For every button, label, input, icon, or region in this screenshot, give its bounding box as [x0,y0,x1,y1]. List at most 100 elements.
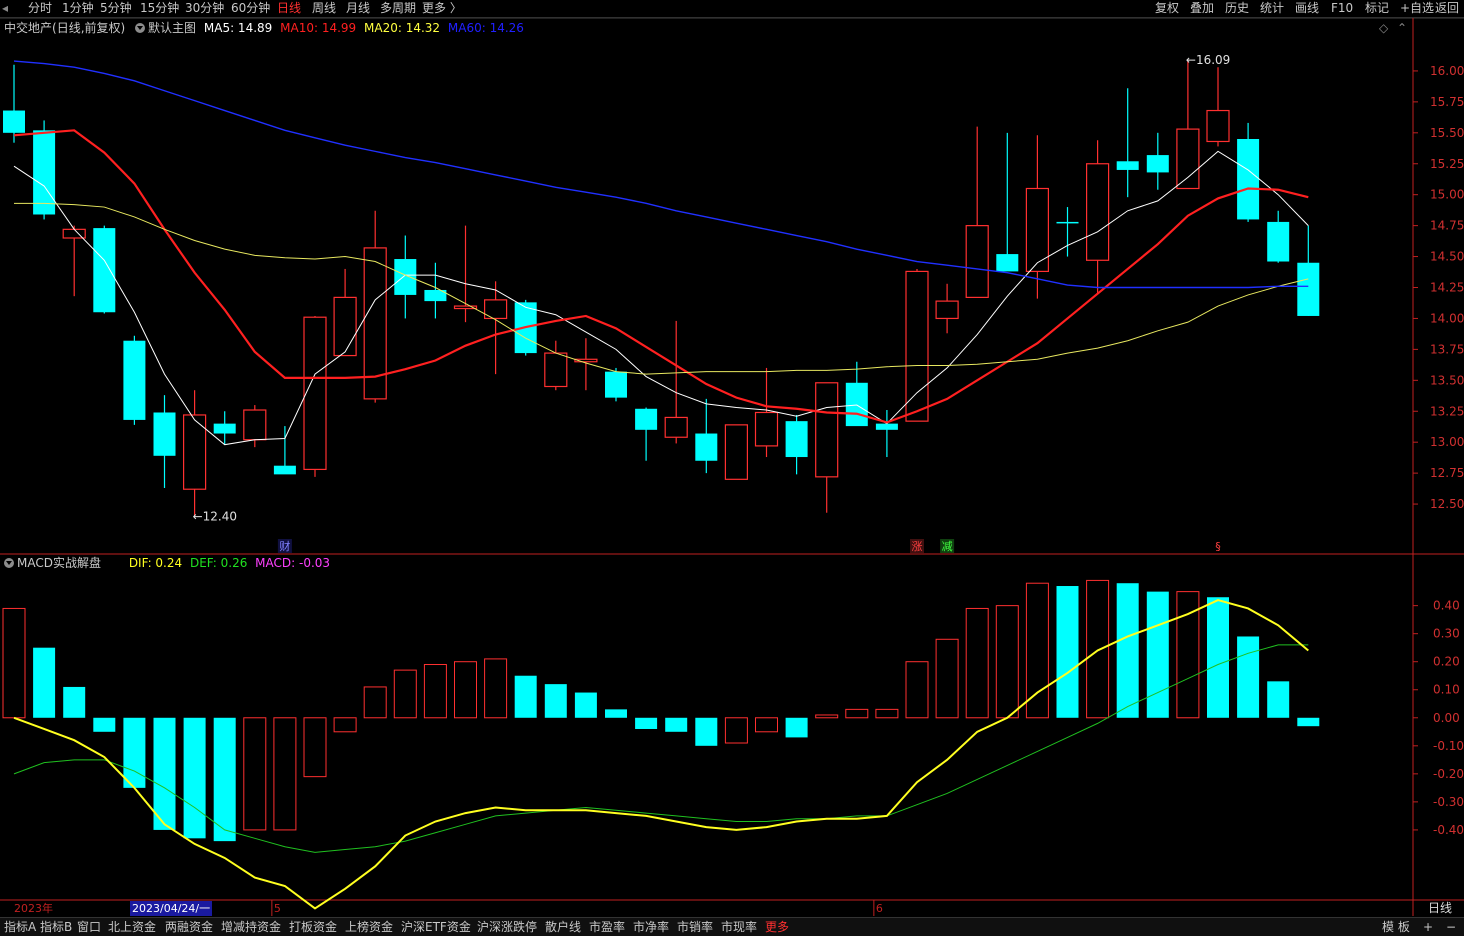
tab-limit-up-capital[interactable]: 打板资金 [289,918,337,936]
macd-bar [905,661,929,719]
price-tick-label: 15.25 [1430,157,1464,171]
tab-holding-change-capital[interactable]: 增减持资金 [221,918,281,936]
candle-body [935,300,959,320]
candle-body [664,416,688,438]
candle [635,407,658,461]
candle-body [635,408,658,430]
price-tick-label: 15.75 [1430,95,1464,109]
price-tick-label: 16.00 [1430,64,1464,78]
candle [394,235,417,319]
tab-window[interactable]: 窗口 [77,918,101,936]
candle-body [1085,163,1110,261]
ma10-line [13,129,1309,424]
macd-bar [1025,582,1049,719]
macd-tick-label: 0.10 [1433,683,1460,697]
candle [1116,88,1139,198]
max-price-label: ←16.09 [1186,53,1230,67]
price-tick-label: 15.00 [1430,188,1464,202]
macd-bar [935,638,959,719]
price-tick-label: 13.50 [1430,373,1464,387]
tab-northbound-capital[interactable]: 北上资金 [108,918,156,936]
candle [153,395,176,488]
candle [333,268,357,357]
tab-more[interactable]: 更多 [765,918,789,936]
candle-body [333,296,357,357]
macd-bar [484,658,508,719]
event-marker: 财 [279,539,290,553]
candle-body [965,225,989,299]
candle [754,367,779,458]
time-axis: 2023年 2023/04/24/一 [0,901,1412,916]
macd-tick-label: -0.40 [1433,823,1464,837]
tab-etf-capital[interactable]: 沪深ETF资金 [401,918,471,936]
candle [935,283,959,334]
price-tick-label: 15.50 [1430,126,1464,140]
candle-body [544,352,568,388]
candle-body [605,371,627,398]
macd-bar [875,708,899,719]
candle-body [996,254,1019,272]
zoom-out-button[interactable]: − [1446,918,1456,936]
tab-pe-ratio[interactable]: 市盈率 [589,918,625,936]
stock-chart[interactable]: 16.00 15.75 15.50 15.25 15.00 14.75 14.50 14.25… [0,0,1464,935]
candle-body [33,130,56,215]
macd-bar [815,714,839,719]
candle-body [785,421,808,458]
event-marker: 减 [942,540,953,553]
candle [3,64,25,143]
candle [33,120,56,220]
candle-body [1267,221,1290,262]
candle [1056,207,1079,257]
candle-body [845,382,868,427]
dif-line [13,598,1309,910]
candle [183,390,207,517]
year-label: 2023年 [14,902,53,915]
tab-margin-capital[interactable]: 两融资金 [165,918,213,936]
candle [785,414,808,475]
macd-bar [243,717,267,831]
tab-top-list-capital[interactable]: 上榜资金 [345,918,393,936]
macd-bar [363,686,387,719]
candle [424,262,447,319]
macd-bar [544,684,567,718]
tab-ps-ratio[interactable]: 市销率 [677,918,713,936]
candle [724,424,749,480]
macd-tick-label: -0.30 [1433,795,1464,809]
macd-bar [333,717,357,733]
candle-body [1146,155,1169,173]
macd-bar [123,717,146,788]
macd-bar [454,661,477,719]
price-tick-label: 14.75 [1430,219,1464,233]
candle [62,225,86,297]
macd-bar [273,717,297,831]
template-button[interactable]: 模 板 [1382,918,1410,936]
candle-body [875,423,898,430]
macd-tick-label: -0.10 [1433,739,1464,753]
tab-indicator-b[interactable]: 指标B [40,918,72,936]
macd-bar [1056,586,1079,718]
tab-pb-ratio[interactable]: 市净率 [633,918,669,936]
candle [1297,225,1320,316]
macd-bar [423,664,447,719]
tab-indicator-a[interactable]: 指标A [4,918,36,936]
tab-limit-up-down[interactable]: 沪深涨跌停 [477,918,537,936]
zoom-in-button[interactable]: + [1423,918,1433,936]
macd-bar [514,675,537,718]
candle [123,335,146,425]
candle-body [93,228,116,313]
candle-body [303,316,327,471]
price-tick-label: 12.75 [1430,466,1464,480]
candle-body [1176,128,1200,190]
candle-body [1237,139,1260,220]
tab-pcf-ratio[interactable]: 市现率 [721,918,757,936]
candle-body [273,465,296,475]
candle-body [1297,262,1320,316]
candle-body [153,412,176,456]
macd-bar [393,669,417,719]
candle [965,126,989,299]
price-tick-label: 13.25 [1430,404,1464,418]
candle [213,411,236,445]
price-tick-label: 13.00 [1430,435,1464,449]
macd-bar [93,717,116,732]
tab-retail-line[interactable]: 散户线 [545,918,581,936]
